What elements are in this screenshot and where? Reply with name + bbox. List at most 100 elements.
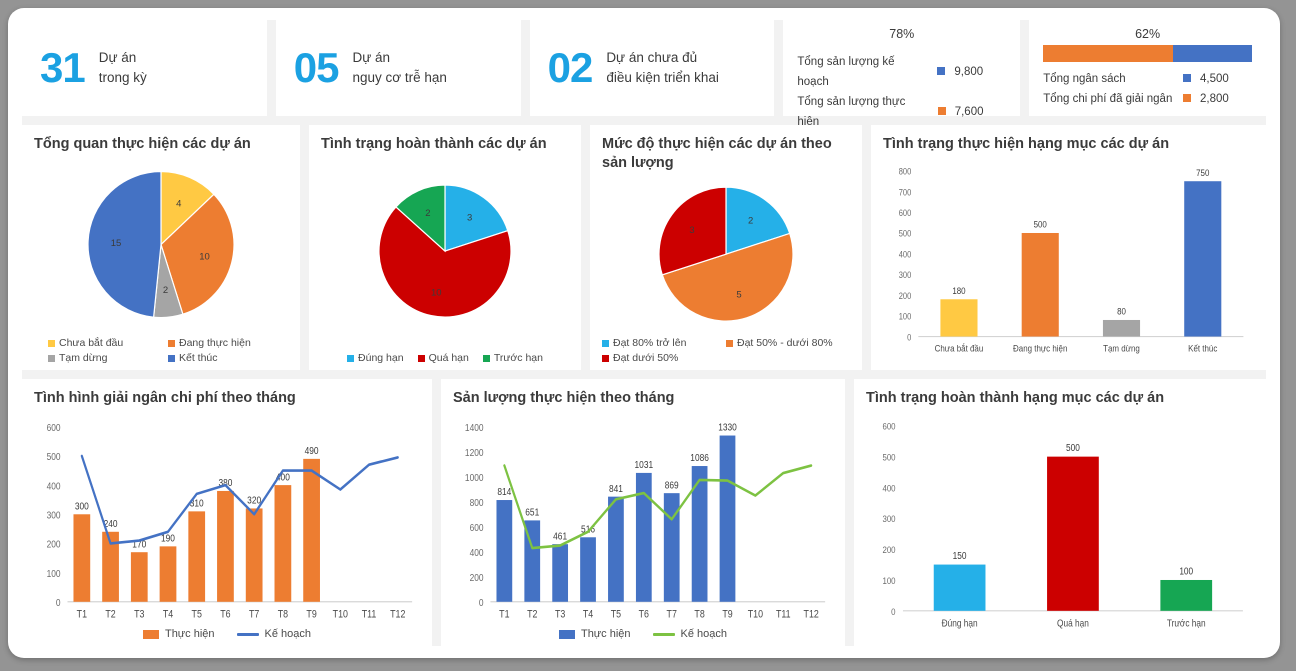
progress-bar [1043,44,1252,62]
y-axis-tick-label: 100 [899,311,912,322]
legend-swatch-icon [602,354,609,362]
kpi-number: 31 [40,44,86,91]
bar-value-label: 1330 [718,422,737,433]
bar [580,537,596,602]
kpi-label-line1: Dự án [98,50,137,66]
legend-label: Tạm dừng [59,352,108,364]
y-axis-tick-label: 100 [47,568,61,579]
charts-row-top: Tổng quan thực hiện các dự án 4 10 2 15 Chư… [22,125,1266,370]
legend-swatch-icon [602,339,609,347]
legend-item[interactable]: Trước hạn [482,352,543,364]
x-axis-category-label: T11 [776,608,791,620]
x-axis-category-label: Đang thực hiện [1013,343,1067,354]
kpi-row: 31 Dự án trong kỳ 05 Dự án nguy cơ trễ h… [22,20,1266,128]
legend-swatch-icon [417,354,425,362]
pie-slice [87,170,162,318]
legend-item[interactable]: Đang thực hiện [168,337,288,349]
pie-value-label: 2 [425,208,430,219]
y-axis-tick-label: 200 [47,539,61,550]
kpi-label-line2: điều kiện triển khai [606,70,719,85]
y-axis-tick-label: 700 [899,186,912,197]
legend-item[interactable]: Tạm dừng [48,352,168,364]
x-axis-category-label: T2 [527,608,537,620]
combo-chart-cost-disbursement: 0 100 200 300 400 500 600 300 240 170 190 310 380 320… [34,410,420,628]
kpi-number: 02 [547,44,594,91]
kpi-label-line2: nguy cơ trễ hạn [352,70,447,85]
legend-item[interactable]: Đạt 80% trở lên [602,337,726,349]
x-axis-category-label: Đúng hạn [942,618,978,629]
legend-line-swatch-icon [652,632,675,636]
legend-item[interactable]: Kế hoạch [652,628,727,640]
panel-pie-overview: Tổng quan thực hiện các dự án 4 10 2 15 Chư… [22,125,300,370]
kpi-label-line1: Dự án [352,50,391,66]
x-axis-category-label: T2 [105,608,115,620]
x-axis-category-label: T4 [583,608,594,620]
pie-value-label: 10 [431,288,442,299]
bar-value-label: 180 [952,285,965,296]
x-axis-category-label: T8 [694,608,705,620]
kpi-card-not-ready: 02 Dự án chưa đủ điều kiện triển khai [529,20,775,116]
legend-item[interactable]: Thực hiện [142,628,215,640]
x-axis-category-label: Quá hạn [1057,618,1089,629]
panel-title: Tổng quan thực hiện các dự án [34,136,251,152]
bar [933,564,986,611]
x-axis-category-label: T10 [748,608,764,620]
legend-bar-swatch-icon [558,629,575,639]
progress-legend-label: Tổng ngân sách [1043,72,1126,85]
combo-legend: Thực hiện Kế hoạch [453,628,833,640]
legend-item[interactable]: Kết thúc [168,352,288,364]
bar-value-label: 300 [75,501,89,512]
pie-legend: Đúng hạn Quá hạn Trước hạn [321,352,569,364]
x-axis-category-label: T9 [306,608,317,620]
legend-item[interactable]: Đạt dưới 50% [602,352,726,364]
x-axis-category-label: Chưa bắt đầu [935,343,984,354]
pie-value-label: 2 [748,215,753,226]
y-axis-tick-label: 600 [470,522,484,533]
progress-legend: Tổng ngân sách 4,500 Tổng chi phí đã giả… [1043,69,1252,109]
y-axis-tick-label: 500 [899,228,912,239]
legend-item[interactable]: Thực hiện [558,628,631,640]
bar [274,484,292,602]
y-axis-tick-label: 200 [470,572,484,583]
progress-legend-value: 4,500 [1199,72,1229,85]
legend-swatch-icon [168,354,175,362]
legend-item[interactable]: Kế hoạch [236,628,311,640]
panel-title: Tình trạng hoàn thành các dự án [321,136,547,152]
legend-item[interactable]: Quá hạn [417,352,469,364]
progress-legend-label: Tổng chi phí đã giải ngân [1043,92,1173,105]
y-axis-tick-label: 0 [891,606,895,617]
kpi-label-line2: trong kỳ [98,70,147,85]
pie-value-label: 3 [689,225,694,236]
bar-value-label: 80 [1117,306,1126,317]
bar-value-label: 651 [525,507,539,518]
pie-value-label: 4 [176,199,181,210]
progress-percent-label: 78% [889,27,915,41]
y-axis-tick-label: 200 [882,544,895,555]
pie-value-label: 10 [199,251,210,262]
y-axis-tick-label: 300 [47,510,61,521]
bar-value-label: 1031 [635,459,654,470]
x-axis-category-label: Trước hạn [1167,618,1206,629]
legend-item[interactable]: Chưa bắt đầu [48,337,168,349]
x-axis-category-label: T1 [499,608,509,620]
legend-item[interactable]: Đạt 50% - dưới 80% [726,337,850,349]
y-axis-tick-label: 400 [47,480,61,491]
kpi-label: Dự án nguy cơ trễ hạn [353,48,447,87]
bar-value-label: 869 [665,479,679,490]
bar-value-label: 500 [1034,219,1047,230]
x-axis-category-label: Kết thúc [1188,343,1218,354]
progress-legend-value: 7,600 [954,106,984,119]
bar [245,508,263,602]
progress-legend-swatch [1174,69,1200,89]
pie-value-label: 5 [736,289,741,300]
progress-legend-swatch [1174,89,1200,109]
legend-item[interactable]: Đúng hạn [347,352,404,364]
legend-label: Đạt dưới 50% [613,352,679,364]
y-axis-tick-label: 0 [907,331,912,342]
bar [1021,232,1059,337]
bar [303,458,320,602]
y-axis-tick-label: 400 [882,483,895,494]
y-axis-tick-label: 400 [470,547,484,558]
bar [130,552,148,602]
x-axis-category-label: T3 [134,608,145,620]
